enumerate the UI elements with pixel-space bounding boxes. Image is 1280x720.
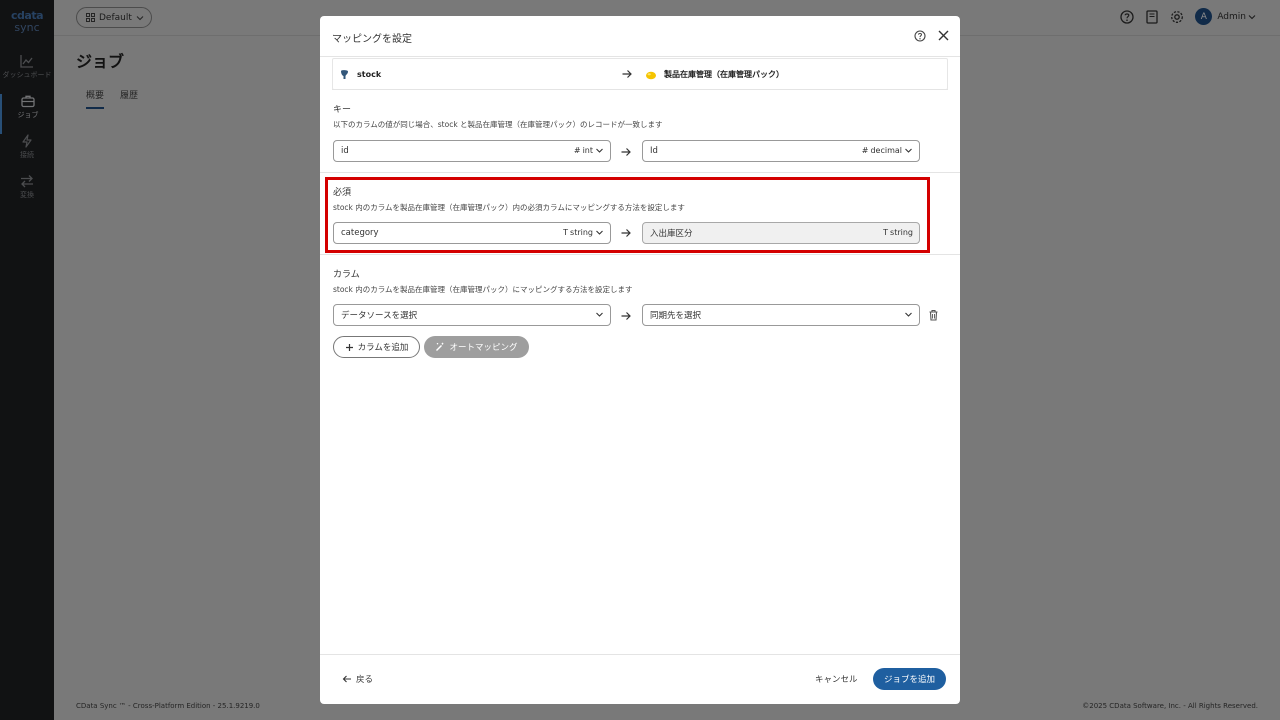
field-value: category bbox=[341, 228, 379, 238]
plus-icon bbox=[345, 343, 353, 351]
add-column-button[interactable]: カラムを追加 bbox=[333, 336, 420, 358]
mapping-dialog: マッピングを設定 stock 製品在庫管理（在庫管理パック） キー 以下のカラム… bbox=[320, 16, 960, 704]
key-section-title: キー bbox=[333, 105, 352, 115]
columns-section-description: stock 内のカラムを製品在庫管理（在庫管理パック）にマッピングする方法を設定… bbox=[333, 285, 633, 294]
back-label: 戻る bbox=[356, 675, 374, 685]
source-name: stock bbox=[357, 70, 382, 79]
source-destination-row: stock 製品在庫管理（在庫管理パック） bbox=[332, 58, 948, 90]
field-type bbox=[595, 310, 604, 319]
kintone-icon bbox=[646, 71, 656, 79]
key-source-select[interactable]: id # int bbox=[333, 140, 611, 162]
required-destination-field: 入出庫区分 T string bbox=[642, 222, 920, 244]
source-info: stock bbox=[339, 69, 381, 80]
chevron-down-icon bbox=[596, 312, 603, 317]
field-type-label: int bbox=[582, 146, 593, 155]
postgresql-icon bbox=[341, 70, 348, 79]
chevron-down-icon bbox=[596, 148, 603, 153]
columns-section-title: カラム bbox=[333, 270, 360, 280]
auto-mapping-button[interactable]: オートマッピング bbox=[424, 336, 529, 358]
divider bbox=[320, 254, 960, 255]
dialog-title: マッピングを設定 bbox=[332, 34, 412, 45]
chevron-down-icon bbox=[596, 230, 603, 235]
field-type: T string bbox=[883, 228, 913, 237]
field-value: 入出庫区分 bbox=[650, 229, 693, 239]
text-type-icon: T bbox=[883, 228, 889, 237]
field-type-label: decimal bbox=[870, 146, 902, 155]
column-source-select[interactable]: データソースを選択 bbox=[333, 304, 611, 326]
divider bbox=[320, 172, 960, 173]
field-value: id bbox=[341, 146, 349, 156]
arrow-right-icon bbox=[621, 148, 631, 156]
number-type-icon: # bbox=[573, 146, 581, 155]
column-destination-select[interactable]: 同期先を選択 bbox=[642, 304, 920, 326]
back-button[interactable]: 戻る bbox=[342, 673, 373, 685]
chevron-down-icon bbox=[905, 148, 912, 153]
field-type: # decimal bbox=[862, 146, 913, 155]
field-placeholder: データソースを選択 bbox=[341, 311, 418, 321]
key-destination-select[interactable]: Id # decimal bbox=[642, 140, 920, 162]
divider bbox=[320, 56, 960, 57]
add-job-button[interactable]: ジョブを追加 bbox=[873, 668, 946, 690]
text-type-icon: T bbox=[563, 228, 569, 237]
field-placeholder: 同期先を選択 bbox=[650, 311, 702, 321]
key-section-description: 以下のカラムの値が同じ場合、stock と製品在庫管理（在庫管理パック）のレコー… bbox=[333, 120, 663, 129]
field-type: T string bbox=[563, 228, 604, 237]
required-section-description: stock 内のカラムを製品在庫管理（在庫管理パック）内の必須カラムにマッピング… bbox=[333, 203, 685, 212]
arrow-right-icon bbox=[621, 312, 631, 320]
destination-info: 製品在庫管理（在庫管理パック） bbox=[645, 69, 784, 80]
cancel-button[interactable]: キャンセル bbox=[815, 673, 858, 685]
chevron-down-icon bbox=[905, 312, 912, 317]
divider bbox=[320, 654, 960, 655]
auto-mapping-label: オートマッピング bbox=[449, 343, 518, 353]
number-type-icon: # bbox=[861, 146, 869, 155]
divider bbox=[332, 89, 948, 90]
destination-name: 製品在庫管理（在庫管理パック） bbox=[664, 70, 784, 79]
magic-wand-icon bbox=[436, 342, 444, 351]
arrow-left-icon bbox=[342, 675, 351, 683]
help-icon[interactable] bbox=[914, 30, 926, 42]
trash-icon[interactable] bbox=[928, 309, 939, 321]
field-type-label: string bbox=[890, 228, 913, 237]
field-value: Id bbox=[650, 146, 658, 156]
add-column-label: カラムを追加 bbox=[357, 343, 409, 353]
field-type: # int bbox=[574, 146, 604, 155]
close-icon[interactable] bbox=[937, 29, 950, 42]
field-type-label: string bbox=[570, 228, 593, 237]
required-section-title: 必須 bbox=[333, 188, 352, 198]
required-source-select[interactable]: category T string bbox=[333, 222, 611, 244]
arrow-right-icon bbox=[622, 70, 632, 78]
arrow-right-icon bbox=[621, 229, 631, 237]
field-type bbox=[904, 310, 913, 319]
